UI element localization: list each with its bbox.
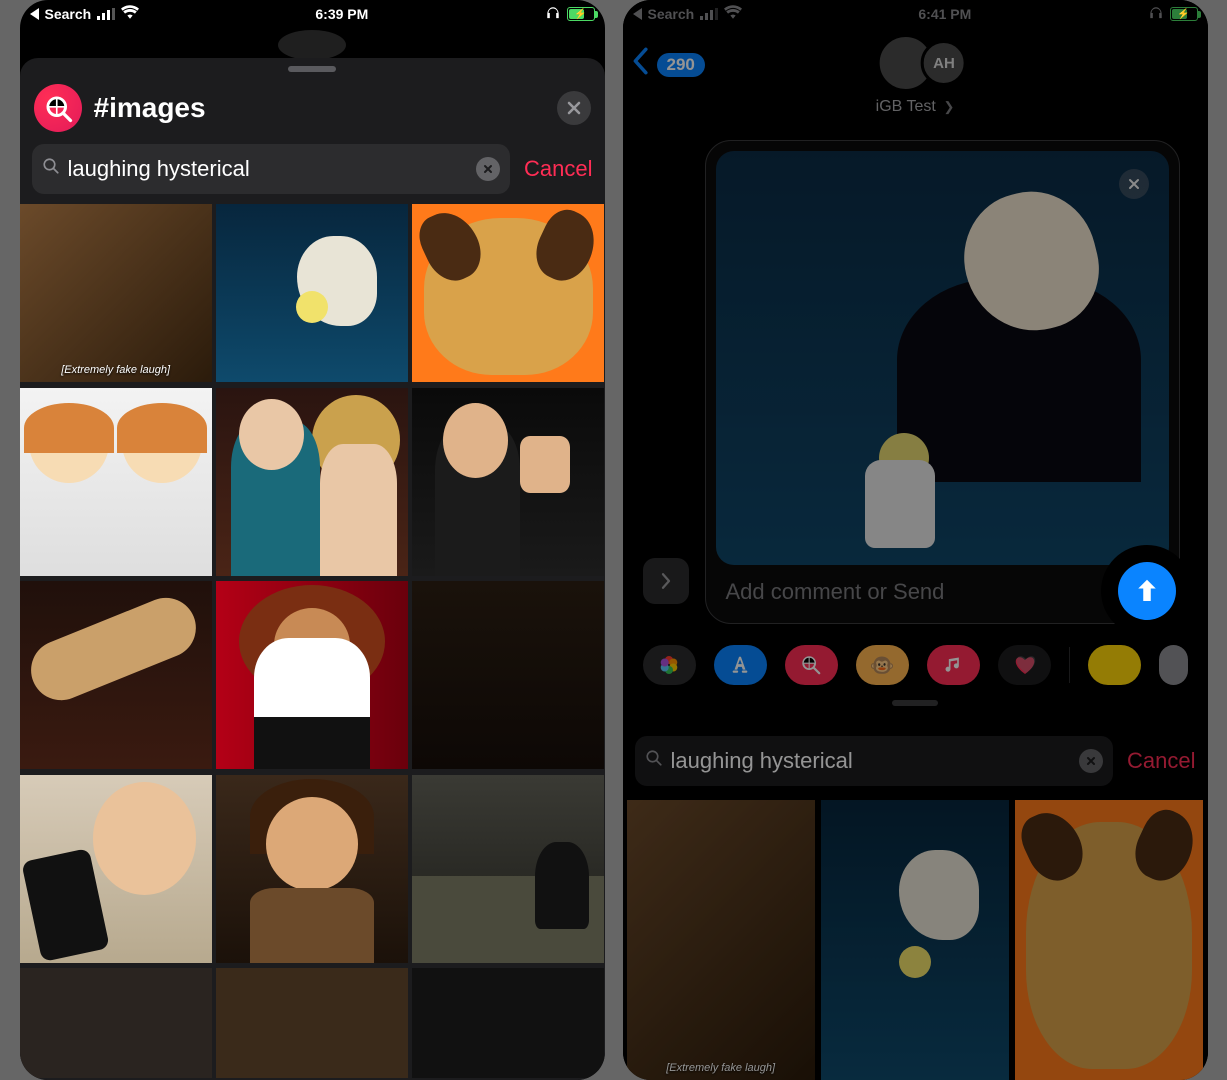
- contact-name[interactable]: iGB Test ❯: [876, 98, 955, 116]
- gif-result[interactable]: [216, 968, 408, 1078]
- chevron-left-icon: [631, 47, 649, 75]
- gif-result[interactable]: [216, 775, 408, 963]
- app-strip-divider: [1069, 647, 1070, 683]
- contact-header[interactable]: AH iGB Test ❯: [876, 34, 955, 116]
- close-icon: [1128, 178, 1140, 190]
- gif-result[interactable]: [216, 388, 408, 576]
- extra-app-chip-partial[interactable]: [1159, 645, 1187, 685]
- back-to-app-label[interactable]: Search: [648, 6, 695, 22]
- cellular-signal-icon: [97, 8, 115, 20]
- drawer-grabber[interactable]: [288, 66, 336, 72]
- battery-icon: ⚡: [567, 7, 595, 21]
- gif-result[interactable]: [216, 581, 408, 769]
- status-time: 6:39 PM: [315, 6, 368, 22]
- chevron-right-icon: ❯: [940, 99, 955, 114]
- drawer-title: #images: [94, 92, 545, 124]
- gif-result[interactable]: [821, 800, 1009, 1080]
- memoji-app-chip[interactable]: 🐵: [856, 645, 909, 685]
- chevron-right-icon: [657, 572, 675, 590]
- gif-caption: [Extremely fake laugh]: [631, 1062, 811, 1074]
- status-bar: Search 6:39 PM ⚡: [20, 0, 605, 28]
- gif-result[interactable]: [1015, 800, 1203, 1080]
- headphones-icon: [1148, 6, 1164, 23]
- back-to-app-label[interactable]: Search: [45, 6, 92, 22]
- cancel-search-button[interactable]: Cancel: [1127, 748, 1195, 774]
- search-icon: [42, 157, 60, 181]
- battery-icon: ⚡: [1170, 7, 1198, 21]
- status-bar: Search 6:41 PM ⚡: [623, 0, 1208, 28]
- search-field[interactable]: [32, 144, 511, 194]
- images-drawer: #images Cancel [Extremely fake laugh]: [20, 58, 605, 1080]
- close-icon: [566, 100, 582, 116]
- lower-gif-grid: [Extremely fake laugh]: [627, 800, 1204, 1080]
- phone-left: Search 6:39 PM ⚡ #images: [20, 0, 605, 1080]
- cancel-search-button[interactable]: Cancel: [524, 156, 592, 182]
- clear-search-button[interactable]: [476, 157, 500, 181]
- back-to-app-icon[interactable]: [633, 8, 642, 20]
- clear-icon: [1086, 756, 1096, 766]
- phone-right: Search 6:41 PM ⚡ 290: [623, 0, 1208, 1080]
- wifi-icon: [724, 5, 742, 24]
- send-button[interactable]: [1104, 548, 1190, 634]
- gif-result[interactable]: [412, 388, 604, 576]
- gif-result[interactable]: [216, 204, 408, 382]
- gif-result[interactable]: [Extremely fake laugh]: [627, 800, 815, 1080]
- unread-badge[interactable]: 290: [657, 53, 705, 77]
- cellular-signal-icon: [700, 8, 718, 20]
- gif-result[interactable]: [412, 204, 604, 382]
- music-app-chip[interactable]: [927, 645, 980, 685]
- headphones-icon: [545, 6, 561, 23]
- search-row: Cancel: [20, 144, 605, 204]
- clear-search-button[interactable]: [1079, 749, 1103, 773]
- close-drawer-button[interactable]: [557, 91, 591, 125]
- contact-avatar-blurred: [278, 30, 346, 60]
- images-app-chip[interactable]: [785, 645, 838, 685]
- images-app-icon: [34, 84, 82, 132]
- wifi-icon: [121, 5, 139, 24]
- search-input[interactable]: [671, 748, 1072, 774]
- search-field[interactable]: [635, 736, 1114, 786]
- photos-app-chip[interactable]: [643, 645, 696, 685]
- lower-search-row: Cancel: [635, 736, 1196, 786]
- gif-result[interactable]: [20, 775, 212, 963]
- gif-result[interactable]: [Extremely fake laugh]: [20, 204, 212, 382]
- status-time: 6:41 PM: [918, 6, 971, 22]
- memoji-icon: 🐵: [870, 653, 895, 678]
- arrow-up-icon: [1132, 576, 1162, 606]
- app-store-chip[interactable]: [714, 645, 767, 685]
- gif-result[interactable]: [412, 775, 604, 963]
- gif-result[interactable]: [20, 581, 212, 769]
- gif-caption: [Extremely fake laugh]: [24, 364, 208, 376]
- clear-icon: [483, 164, 493, 174]
- extra-app-chip[interactable]: [1088, 645, 1141, 685]
- imessage-app-strip[interactable]: 🐵: [623, 636, 1208, 694]
- heart-icon: [1013, 655, 1037, 675]
- gif-results-grid: [Extremely fake laugh]: [20, 204, 605, 1080]
- remove-attachment-button[interactable]: [1119, 169, 1149, 199]
- gif-result[interactable]: [412, 581, 604, 769]
- search-icon: [645, 749, 663, 773]
- compose-bubble: Add comment or Send: [705, 140, 1180, 624]
- gif-result[interactable]: [20, 968, 212, 1078]
- music-icon: [943, 655, 963, 675]
- search-input[interactable]: [68, 156, 469, 182]
- gif-result[interactable]: [20, 388, 212, 576]
- gif-result[interactable]: [412, 968, 604, 1078]
- attached-gif-preview[interactable]: [716, 151, 1169, 565]
- digital-touch-chip[interactable]: [998, 645, 1051, 685]
- expand-input-button[interactable]: [643, 558, 689, 604]
- app-strip-grabber[interactable]: [892, 700, 938, 706]
- back-to-app-icon[interactable]: [30, 8, 39, 20]
- back-button[interactable]: [631, 47, 649, 83]
